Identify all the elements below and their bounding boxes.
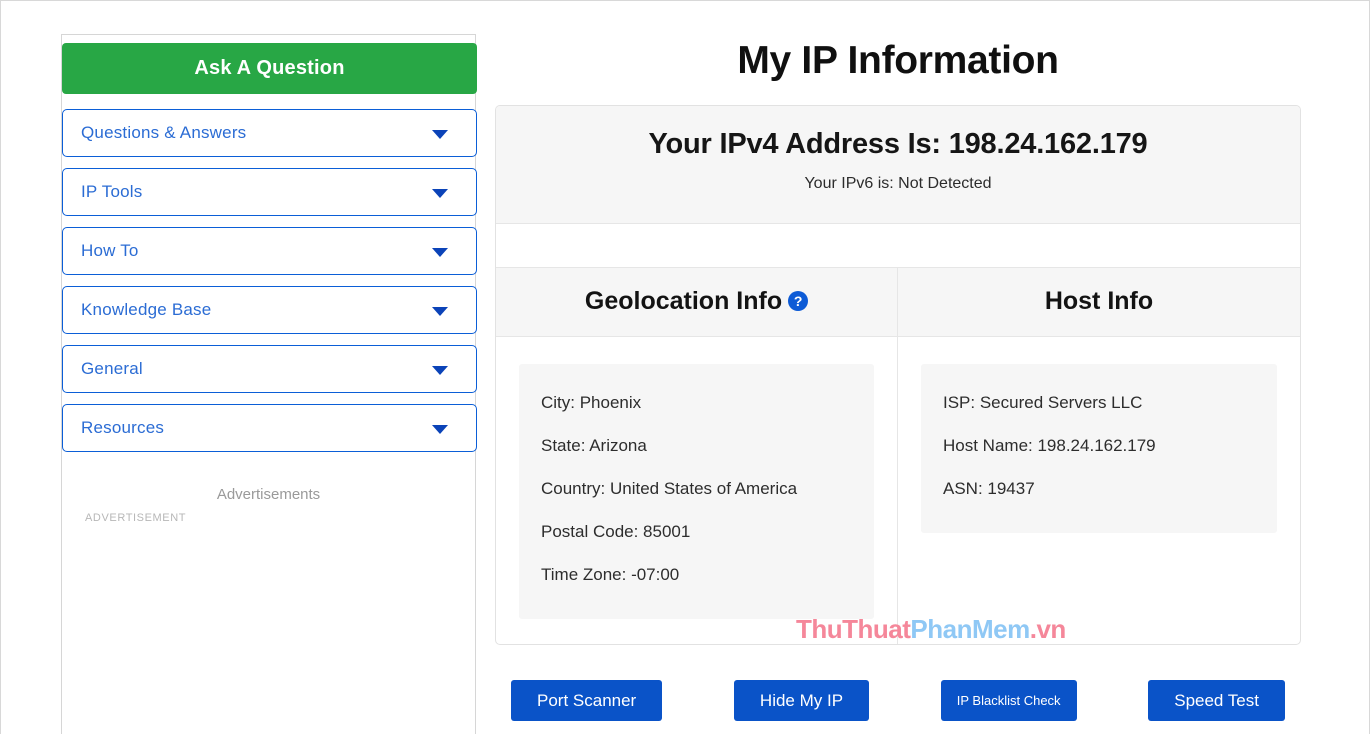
geolocation-row-city: City: Phoenix — [541, 393, 642, 412]
action-button-row: Port Scanner Hide My IP IP Blacklist Che… — [495, 680, 1301, 721]
geolocation-row-country: Country: United States of America — [541, 479, 798, 498]
advertisement-small-label: ADVERTISEMENT — [85, 512, 187, 524]
sidebar-item-how-to[interactable]: How To — [62, 227, 477, 275]
port-scanner-button[interactable]: Port Scanner — [511, 680, 663, 721]
ip-address-banner: Your IPv4 Address Is: 198.24.162.179 You… — [496, 106, 1300, 224]
question-mark-icon[interactable]: ? — [788, 291, 809, 312]
sidebar-item-label: Resources — [81, 418, 165, 437]
sidebar-item-label: IP Tools — [81, 182, 143, 201]
sidebar-item-resources[interactable]: Resources — [62, 404, 477, 452]
host-detail-box: ISP: Secured Servers LLC Host Name: 198.… — [921, 364, 1277, 533]
ipv6-address-text: Your IPv6 is: Not Detected — [804, 175, 992, 192]
sidebar-item-label: Knowledge Base — [81, 300, 212, 319]
chevron-down-icon[interactable] — [432, 307, 448, 316]
speed-test-button[interactable]: Speed Test — [1148, 680, 1285, 721]
sidebar: Ask A Question Questions & Answers IP To… — [61, 34, 477, 734]
host-row-isp: ISP: Secured Servers LLC — [943, 393, 1143, 412]
ip-information-card: Your IPv4 Address Is: 198.24.162.179 You… — [495, 105, 1301, 645]
hide-my-ip-button[interactable]: Hide My IP — [733, 680, 870, 721]
geolocation-row-state: State: Arizona — [541, 436, 647, 455]
advertisements-label: Advertisements — [216, 486, 321, 503]
sidebar-item-questions-answers[interactable]: Questions & Answers — [62, 109, 477, 157]
sidebar-item-label: Questions & Answers — [81, 123, 247, 142]
sidebar-item-knowledge-base[interactable]: Knowledge Base — [62, 286, 477, 334]
ip-blacklist-check-button[interactable]: IP Blacklist Check — [940, 680, 1077, 721]
info-columns-body: City: Phoenix State: Arizona Country: Un… — [496, 337, 1300, 644]
sidebar-item-label: How To — [81, 241, 139, 260]
host-row-host-name: Host Name: 198.24.162.179 — [943, 436, 1156, 455]
chevron-down-icon[interactable] — [432, 130, 448, 139]
geolocation-row-time-zone: Time Zone: -07:00 — [541, 565, 680, 584]
page-title: My IP Information — [737, 39, 1059, 82]
chevron-down-icon[interactable] — [432, 189, 448, 198]
card-spacer-row — [496, 224, 1300, 268]
page-root: Ask A Question Questions & Answers IP To… — [0, 0, 1370, 734]
sidebar-item-general[interactable]: General — [62, 345, 477, 393]
ask-a-question-button[interactable]: Ask A Question — [62, 43, 477, 94]
host-info-heading: Host Info — [898, 268, 1300, 336]
advertisement-zone: Advertisements ADVERTISEMENT — [62, 474, 475, 554]
chevron-down-icon[interactable] — [432, 248, 448, 257]
host-column: ISP: Secured Servers LLC Host Name: 198.… — [898, 337, 1300, 644]
geolocation-column: City: Phoenix State: Arizona Country: Un… — [496, 337, 898, 644]
ipv4-address-text: Your IPv4 Address Is: 198.24.162.179 — [648, 128, 1148, 160]
sidebar-nav-list: Questions & Answers IP Tools How To Know… — [62, 109, 477, 452]
geolocation-row-postal-code: Postal Code: 85001 — [541, 522, 691, 541]
geolocation-info-heading: Geolocation Info? — [496, 268, 898, 336]
chevron-down-icon[interactable] — [432, 425, 448, 434]
geolocation-info-heading-text: Geolocation Info — [584, 287, 783, 315]
host-info-heading-text: Host Info — [1044, 287, 1154, 315]
host-row-asn: ASN: 19437 — [943, 479, 1035, 498]
info-columns-header: Geolocation Info? Host Info — [496, 268, 1300, 337]
sidebar-item-ip-tools[interactable]: IP Tools — [62, 168, 477, 216]
sidebar-item-label: General — [81, 359, 143, 378]
chevron-down-icon[interactable] — [432, 366, 448, 375]
main-content: My IP Information Your IPv4 Address Is: … — [495, 1, 1370, 734]
geolocation-detail-box: City: Phoenix State: Arizona Country: Un… — [519, 364, 874, 619]
